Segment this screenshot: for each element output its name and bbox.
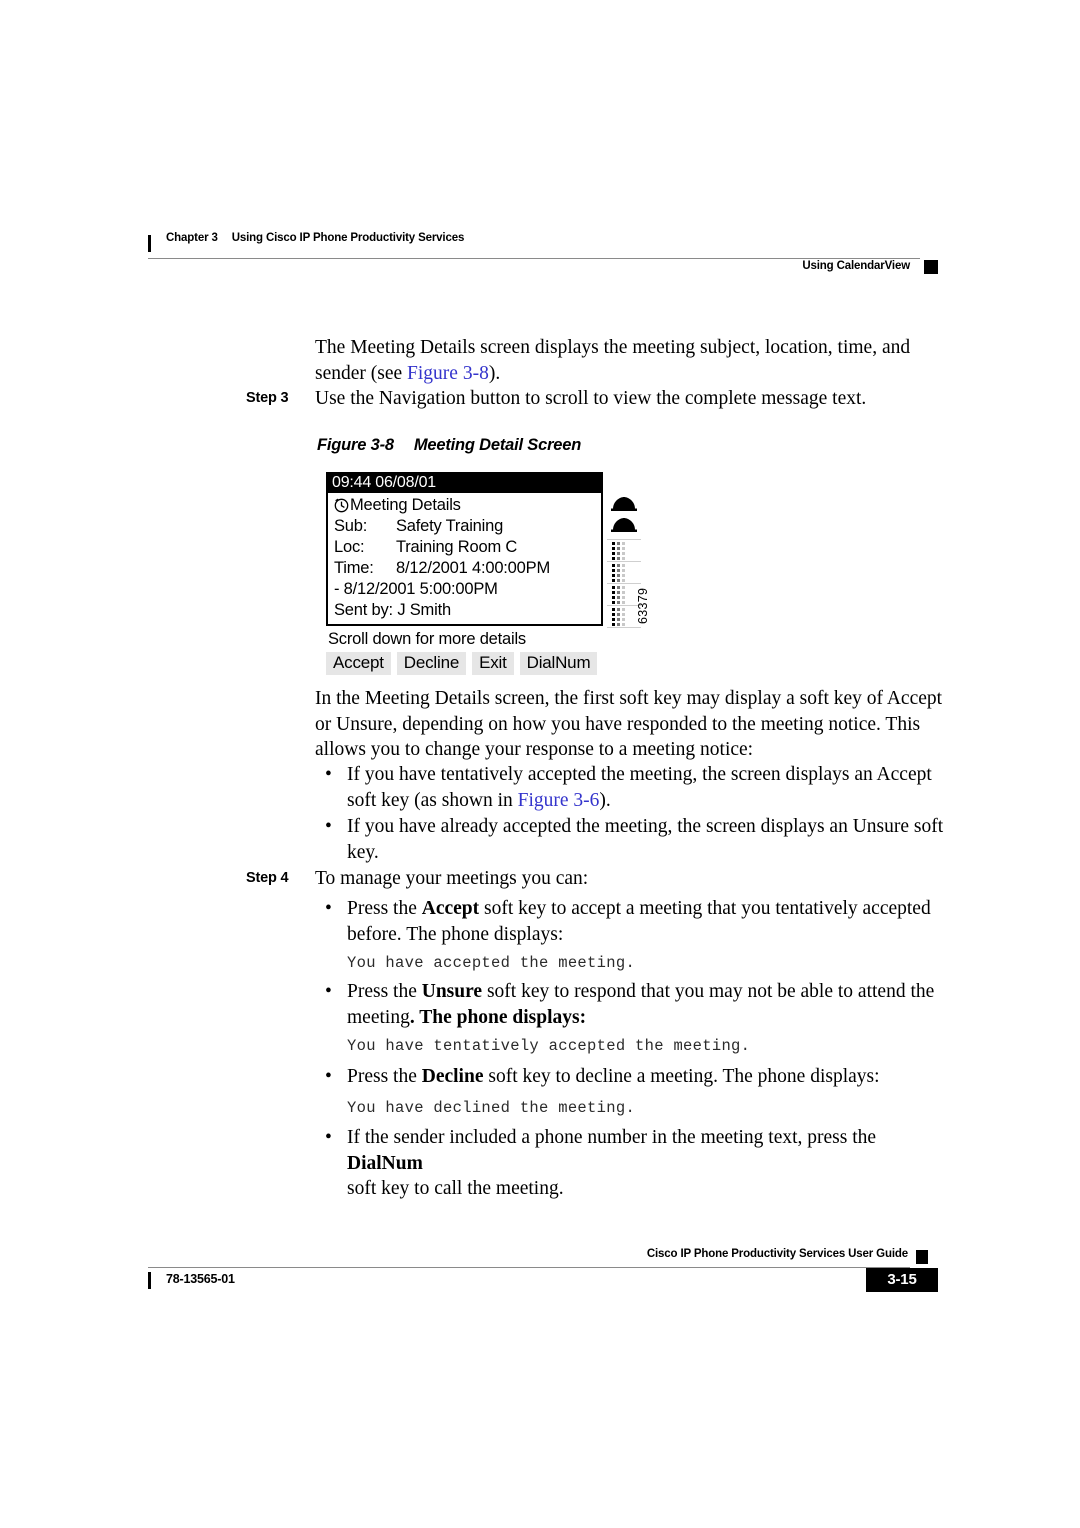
clock-icon: [334, 498, 349, 513]
bullet-unsure-keyword: Unsure: [421, 981, 483, 1002]
figure-caption-number: Figure 3-8: [317, 436, 394, 454]
figure-caption-title: Meeting Detail Screen: [413, 436, 582, 454]
list-item: • Press the Unsure soft key to respond t…: [325, 979, 947, 1030]
footer-divider: [148, 1267, 910, 1268]
bullet-accept-pre: Press the: [347, 898, 422, 919]
figure-3-6-link[interactable]: Figure 3-6: [518, 790, 600, 811]
phone-scroll-hint: Scroll down for more details: [328, 630, 526, 648]
change-bar: [148, 235, 151, 252]
header-divider: [148, 258, 920, 259]
footer-guide-title: Cisco IP Phone Productivity Services Use…: [646, 1248, 908, 1260]
intro-line-2-post: ).: [488, 362, 501, 384]
phone-row-time-continuation: - 8/12/2001 5:00:00PM: [334, 580, 498, 598]
phone-value-subject: Safety Training: [396, 517, 504, 535]
figure-caption: Figure 3-8 Meeting Detail Screen: [317, 436, 581, 455]
figure-id-number: 63379: [636, 587, 650, 624]
phone-message-accepted: You have accepted the meeting.: [347, 954, 636, 972]
phone-value-time: 8/12/2001 4:00:00PM: [396, 559, 550, 577]
phone-row-sent-by: Sent by: J Smith: [334, 601, 451, 619]
change-bar: [148, 1272, 151, 1289]
intro-paragraph: The Meeting Details screen displays the …: [315, 335, 915, 386]
bullet-icon: •: [325, 764, 332, 785]
intro-line-1: The Meeting Details screen displays the …: [315, 337, 911, 358]
bullet-tentative-line-1: If you have tentatively accepted the mee…: [347, 764, 932, 785]
bullet-accepted-line-2: key.: [347, 841, 379, 863]
bullet-icon: •: [325, 898, 332, 919]
bullet-dialnum-pre: If the sender included a phone number in…: [347, 1127, 877, 1148]
header-section-title: Using CalendarView: [802, 260, 910, 272]
bullet-decline-pre: Press the: [347, 1066, 422, 1087]
phone-indicator-divider: [607, 561, 641, 562]
bullet-tentative-line-2-pre: soft key (as shown in: [347, 789, 518, 811]
list-item: • If the sender included a phone number …: [325, 1125, 947, 1202]
page-header: Chapter 3 Using Cisco IP Phone Productivi…: [148, 232, 938, 280]
list-item: • If you have tentatively accepted the m…: [325, 762, 947, 813]
footer-document-number: 78-13565-01: [166, 1272, 235, 1286]
breadcrumb-chapter-number: Chapter 3: [166, 232, 218, 244]
bullet-accepted-line-1: If you have already accepted the meeting…: [347, 816, 944, 837]
phone-row-time: Time: 8/12/2001 4:00:00PM: [328, 558, 601, 579]
softkey-explanation-line-2: or Unsure, depending on how you have res…: [315, 713, 921, 735]
phone-message-tentative: You have tentatively accepted the meetin…: [347, 1037, 751, 1055]
bullet-decline-keyword: Decline: [421, 1066, 484, 1087]
breadcrumb: Chapter 3 Using Cisco IP Phone Productivi…: [166, 232, 464, 244]
softkey-dialnum[interactable]: DialNum: [519, 652, 598, 675]
softkey-explanation-line-1: In the Meeting Details screen, the first…: [315, 688, 943, 709]
softkey-explanation-line-3: allows you to change your response to a …: [315, 739, 754, 760]
phone-screen: 09:44 06/08/01 Meeting Details Sub: Safet…: [326, 472, 603, 626]
page-number-badge: 3-15: [866, 1268, 938, 1292]
phone-row-subject: Sub: Safety Training: [328, 516, 601, 537]
breadcrumb-chapter-title: Using Cisco IP Phone Productivity Servic…: [231, 232, 465, 244]
handset-icon: [611, 517, 637, 532]
phone-indicator-divider: [607, 583, 641, 584]
bullet-unsure-line-2-pre: meeting: [347, 1006, 410, 1028]
bullet-unsure-pre: Press the: [347, 981, 422, 1002]
bullet-accept-line-2: before. The phone displays:: [347, 923, 564, 945]
softkey-exit[interactable]: Exit: [472, 652, 514, 675]
figure-meeting-detail-screen: 09:44 06/08/01 Meeting Details Sub: Safet…: [326, 472, 666, 680]
bullet-dialnum-line-2: soft key to call the meeting.: [347, 1178, 564, 1199]
phone-indicator-divider: [607, 627, 641, 628]
bullet-tentative-line-2-post: ).: [599, 789, 611, 811]
step-4-label: Step 4: [246, 870, 289, 886]
figure-3-8-link[interactable]: Figure 3-8: [407, 363, 489, 384]
phone-status-bar: 09:44 06/08/01: [326, 472, 603, 493]
phone-message-declined: You have declined the meeting.: [347, 1099, 636, 1117]
bullet-accept-keyword: Accept: [421, 898, 480, 919]
list-item: • Press the Accept soft key to accept a …: [325, 896, 947, 947]
bullet-icon: •: [325, 816, 332, 837]
bullet-accept-post: soft key to accept a meeting that you te…: [479, 898, 931, 919]
list-item: • If you have already accepted the meeti…: [325, 814, 947, 865]
step-4-text: To manage your meetings you can:: [315, 868, 589, 889]
bullet-dialnum-keyword: DialNum: [347, 1152, 423, 1174]
header-marker-square: [924, 260, 938, 274]
list-item: • Press the Decline soft key to decline …: [325, 1064, 967, 1090]
phone-value-location: Training Room C: [396, 538, 518, 556]
bullet-unsure-line-2-period: . The phone displays:: [409, 1006, 587, 1028]
phone-softkey-bar: Accept Decline Exit DialNum: [326, 652, 598, 675]
softkey-accept[interactable]: Accept: [326, 652, 391, 675]
handset-icon: [611, 496, 637, 511]
footer-marker-square: [916, 1250, 928, 1264]
phone-label-time: Time:: [334, 559, 374, 577]
page-footer: Cisco IP Phone Productivity Services Use…: [148, 1248, 938, 1296]
bullet-decline-post: soft key to decline a meeting. The phone…: [483, 1066, 880, 1087]
step-3-label: Step 3: [246, 390, 289, 406]
step-3-text: Use the Navigation button to scroll to v…: [315, 388, 867, 409]
phone-row-location: Loc: Training Room C: [328, 537, 601, 558]
bullet-icon: •: [325, 981, 332, 1002]
phone-screen-heading-row: Meeting Details: [328, 495, 601, 516]
softkey-decline[interactable]: Decline: [396, 652, 467, 675]
phone-label-subject: Sub:: [334, 517, 368, 535]
phone-label-location: Loc:: [334, 538, 365, 556]
bullet-icon: •: [325, 1066, 332, 1087]
phone-indicator-divider: [607, 539, 641, 540]
intro-line-2-pre: sender (see: [315, 362, 408, 384]
bullet-unsure-post: soft key to respond that you may not be …: [482, 981, 935, 1002]
phone-screen-heading: Meeting Details: [350, 496, 461, 514]
softkey-explanation-paragraph: In the Meeting Details screen, the first…: [315, 686, 955, 763]
bullet-icon: •: [325, 1127, 332, 1148]
phone-screen-body: Meeting Details Sub: Safety Training Loc:…: [328, 495, 601, 621]
